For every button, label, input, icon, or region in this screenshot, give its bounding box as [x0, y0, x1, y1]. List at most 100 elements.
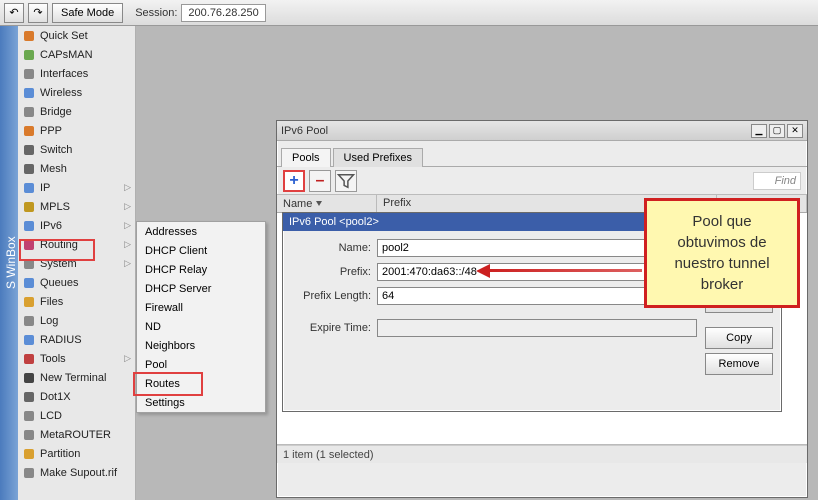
main-menu: Quick Set CAPsMAN Interfaces Wireless Bridge… [18, 26, 136, 500]
close-button[interactable]: ✕ [787, 124, 803, 138]
menu-item-wireless[interactable]: Wireless [18, 83, 135, 102]
submenu-item-routes[interactable]: Routes [137, 374, 265, 393]
menu-item-quick-set[interactable]: Quick Set [18, 26, 135, 45]
tab-pools[interactable]: Pools [281, 148, 331, 167]
menu-icon [22, 219, 36, 233]
menu-label: Log [40, 315, 58, 327]
remove-dialog-button[interactable]: Remove [705, 353, 773, 375]
menu-icon [22, 466, 36, 480]
menu-item-ppp[interactable]: PPP [18, 121, 135, 140]
menu-label: PPP [40, 125, 62, 137]
tabs: Pools Used Prefixes [277, 143, 807, 167]
expire-time-label: Expire Time: [291, 322, 371, 334]
filter-button[interactable] [335, 170, 357, 192]
menu-label: System [40, 258, 77, 270]
ipv6-submenu: AddressesDHCP ClientDHCP RelayDHCP Serve… [136, 221, 266, 413]
submenu-item-addresses[interactable]: Addresses [137, 222, 265, 241]
menu-icon [22, 257, 36, 271]
menu-label: Interfaces [40, 68, 88, 80]
submenu-item-dhcp-client[interactable]: DHCP Client [137, 241, 265, 260]
copy-button[interactable]: Copy [705, 327, 773, 349]
maximize-button[interactable]: ▢ [769, 124, 785, 138]
menu-label: IP [40, 182, 50, 194]
menu-item-make-supout-rif[interactable]: Make Supout.rif [18, 463, 135, 482]
col-name[interactable]: Name [277, 195, 377, 212]
menu-icon [22, 276, 36, 290]
window-titlebar: IPv6 Pool ▁ ▢ ✕ [277, 121, 807, 141]
annotation-note: Pool que obtuvimos de nuestro tunnel bro… [644, 198, 800, 308]
menu-item-radius[interactable]: RADIUS [18, 330, 135, 349]
menu-label: Tools [40, 353, 66, 365]
menu-item-files[interactable]: Files [18, 292, 135, 311]
menu-label: Mesh [40, 163, 67, 175]
menu-label: New Terminal [40, 372, 106, 384]
add-button[interactable]: + [283, 170, 305, 192]
menu-label: CAPsMAN [40, 49, 93, 61]
sort-icon [316, 201, 322, 206]
menu-label: MPLS [40, 201, 70, 213]
top-toolbar: ↶ ↷ Safe Mode Session: 200.76.28.250 [0, 0, 818, 26]
session-label: Session: [135, 7, 177, 19]
submenu-item-dhcp-relay[interactable]: DHCP Relay [137, 260, 265, 279]
window-title: IPv6 Pool [281, 125, 749, 137]
status-bar: 1 item (1 selected) [277, 445, 807, 463]
menu-label: LCD [40, 410, 62, 422]
menu-item-partition[interactable]: Partition [18, 444, 135, 463]
menu-item-metarouter[interactable]: MetaROUTER [18, 425, 135, 444]
menu-item-queues[interactable]: Queues [18, 273, 135, 292]
menu-label: Bridge [40, 106, 72, 118]
submenu-indicator-icon: ▷ [124, 182, 131, 193]
menu-icon [22, 295, 36, 309]
menu-item-ip[interactable]: IP ▷ [18, 178, 135, 197]
submenu-item-dhcp-server[interactable]: DHCP Server [137, 279, 265, 298]
menu-icon [22, 409, 36, 423]
menu-icon [22, 333, 36, 347]
submenu-indicator-icon: ▷ [124, 239, 131, 250]
menu-label: Quick Set [40, 30, 88, 42]
menu-label: IPv6 [40, 220, 62, 232]
menu-item-new-terminal[interactable]: New Terminal [18, 368, 135, 387]
menu-icon [22, 181, 36, 195]
menu-icon [22, 86, 36, 100]
menu-icon [22, 200, 36, 214]
menu-icon [22, 162, 36, 176]
menu-item-ipv6[interactable]: IPv6▷ [18, 216, 135, 235]
find-input[interactable]: Find [753, 172, 801, 190]
menu-item-interfaces[interactable]: Interfaces [18, 64, 135, 83]
menu-item-dot1x[interactable]: Dot1X [18, 387, 135, 406]
menu-item-bridge[interactable]: Bridge [18, 102, 135, 121]
menu-item-mpls[interactable]: MPLS▷ [18, 197, 135, 216]
left-rail: S WinBox [0, 26, 18, 500]
menu-icon [22, 238, 36, 252]
safe-mode-button[interactable]: Safe Mode [52, 3, 123, 23]
menu-item-lcd[interactable]: LCD [18, 406, 135, 425]
submenu-item-nd[interactable]: ND [137, 317, 265, 336]
menu-item-system[interactable]: System ▷ [18, 254, 135, 273]
menu-icon [22, 67, 36, 81]
submenu-item-firewall[interactable]: Firewall [137, 298, 265, 317]
menu-icon [22, 124, 36, 138]
submenu-indicator-icon: ▷ [124, 353, 131, 364]
menu-label: Queues [40, 277, 79, 289]
submenu-indicator-icon: ▷ [124, 258, 131, 269]
submenu-item-pool[interactable]: Pool [137, 355, 265, 374]
submenu-item-neighbors[interactable]: Neighbors [137, 336, 265, 355]
redo-button[interactable]: ↷ [28, 3, 48, 23]
remove-button[interactable]: – [309, 170, 331, 192]
menu-icon [22, 390, 36, 404]
session-value: 200.76.28.250 [181, 4, 265, 22]
undo-button[interactable]: ↶ [4, 3, 24, 23]
menu-item-tools[interactable]: Tools ▷ [18, 349, 135, 368]
menu-item-log[interactable]: Log [18, 311, 135, 330]
submenu-item-settings[interactable]: Settings [137, 393, 265, 412]
menu-item-switch[interactable]: Switch [18, 140, 135, 159]
tab-used-prefixes[interactable]: Used Prefixes [333, 148, 423, 167]
menu-item-routing[interactable]: Routing▷ [18, 235, 135, 254]
menu-item-capsman[interactable]: CAPsMAN [18, 45, 135, 64]
menu-label: RADIUS [40, 334, 82, 346]
menu-icon [22, 143, 36, 157]
prefix-label: Prefix: [291, 266, 371, 278]
menu-icon [22, 428, 36, 442]
minimize-button[interactable]: ▁ [751, 124, 767, 138]
menu-item-mesh[interactable]: Mesh [18, 159, 135, 178]
